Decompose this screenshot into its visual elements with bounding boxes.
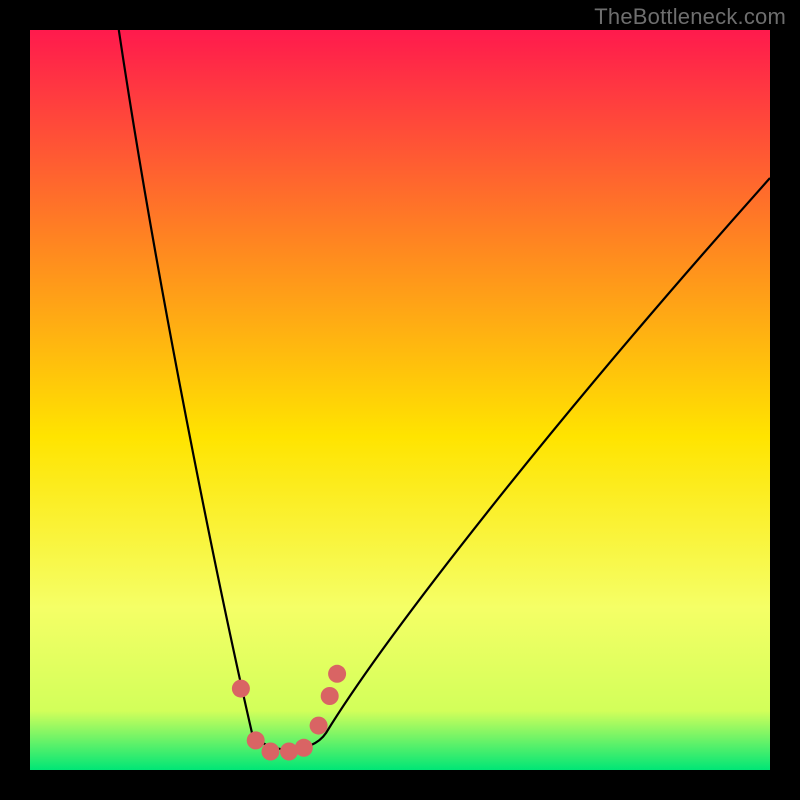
curve-marker xyxy=(247,731,265,749)
watermark-text: TheBottleneck.com xyxy=(594,4,786,30)
chart-svg xyxy=(30,30,770,770)
curve-marker xyxy=(328,665,346,683)
curve-marker xyxy=(262,743,280,761)
bottleneck-chart xyxy=(30,30,770,770)
curve-marker xyxy=(310,717,328,735)
curve-marker xyxy=(321,687,339,705)
gradient-background xyxy=(30,30,770,770)
frame: TheBottleneck.com xyxy=(0,0,800,800)
curve-marker xyxy=(232,680,250,698)
curve-marker xyxy=(295,739,313,757)
